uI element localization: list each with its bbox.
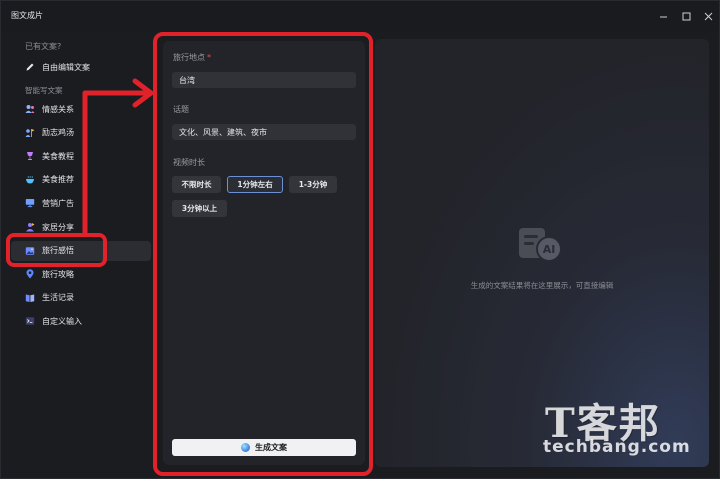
duration-label: 视频时长	[173, 158, 205, 167]
sidebar-item-label: 自由编辑文案	[42, 62, 90, 72]
sidebar-item-6[interactable]: 家居分享	[11, 217, 151, 237]
sidebar-item-9[interactable]: 生活记录	[11, 288, 151, 308]
goblet-icon	[25, 151, 35, 161]
topic-label: 话题	[173, 105, 189, 114]
sidebar-item-label: 营销广告	[42, 198, 74, 208]
sidebar-item-3[interactable]: 美食教程	[11, 146, 151, 166]
topic-input[interactable]: 文化、风景、建筑、夜市	[172, 124, 356, 140]
sidebar-item-label: 美食推荐	[42, 175, 74, 185]
window-title: 图文成片	[11, 11, 43, 20]
sidebar-item-8[interactable]: 旅行攻略	[11, 264, 151, 284]
preview-hint: 生成的文案结果将在这里展示，可直接编辑	[470, 281, 614, 290]
sidebar-item-1[interactable]: 情感关系	[11, 99, 151, 119]
sidebar-item-7[interactable]: 旅行感悟	[11, 240, 151, 261]
sidebar-item-label: 自定义输入	[42, 316, 82, 326]
ai-document-icon: AI	[519, 228, 562, 262]
sidebar-item-label: 旅行攻略	[42, 269, 74, 279]
people-icon	[25, 104, 35, 114]
sidebar-item-4[interactable]: 美食推荐	[11, 170, 151, 190]
sidebar-item-free-edit[interactable]: 自由编辑文案	[11, 57, 151, 77]
location-label: 旅行地点 *	[173, 53, 211, 62]
monitor-icon	[25, 198, 35, 208]
generate-copy-label: 生成文案	[255, 443, 287, 452]
maximize-icon[interactable]	[679, 9, 693, 23]
sidebar-item-5[interactable]: 营销广告	[11, 193, 151, 213]
preview-area[interactable]: AI 生成的文案结果将在这里展示，可直接编辑	[375, 39, 709, 467]
sidebar-item-label: 旅行感悟	[42, 246, 74, 256]
sidebar-item-label: 情感关系	[42, 104, 74, 114]
sidebar-item-10[interactable]: 自定义输入	[11, 311, 151, 331]
person-flag-icon	[25, 128, 35, 138]
sparkle-icon	[241, 443, 250, 452]
book-icon	[25, 293, 35, 303]
home-person-icon	[25, 222, 35, 232]
sidebar-item-2[interactable]: 励志鸡汤	[11, 123, 151, 143]
form-panel: 旅行地点 * 台湾 话题 文化、风景、建筑、夜市 视频时长 不限时长 1分钟左右 …	[163, 41, 365, 465]
sidebar-item-label: 家居分享	[42, 222, 74, 232]
sidebar-item-label: 美食教程	[42, 151, 74, 161]
duration-option-3min-plus[interactable]: 3分钟以上	[172, 200, 227, 217]
sidebar-item-label: 生活记录	[42, 293, 74, 303]
sidebar-item-label: 励志鸡汤	[42, 128, 74, 138]
duration-option-unlimited[interactable]: 不限时长	[172, 176, 221, 193]
app-window: 图文成片 已有文案? 自由编辑文案 智能写文案 情感关系励志鸡汤美食教程美食推荐…	[0, 0, 720, 479]
duration-option-1min[interactable]: 1分钟左右	[227, 176, 283, 193]
title-bar: 图文成片	[1, 1, 719, 31]
location-input[interactable]: 台湾	[172, 72, 356, 88]
ai-icon-text: AI	[543, 243, 556, 256]
section-label-smart: 智能写文案	[25, 86, 63, 95]
duration-option-1-3min[interactable]: 1-3分钟	[289, 176, 337, 193]
bowl-icon	[25, 175, 35, 185]
minimize-icon[interactable]	[656, 9, 670, 23]
close-icon[interactable]	[701, 9, 715, 23]
map-pin-icon	[25, 269, 35, 279]
pencil-icon	[25, 62, 35, 72]
generate-copy-button[interactable]: 生成文案	[172, 439, 356, 456]
section-label-have-copy: 已有文案?	[25, 42, 62, 51]
photo-icon	[25, 246, 35, 256]
terminal-icon	[25, 316, 35, 326]
sidebar: 已有文案? 自由编辑文案 智能写文案 情感关系励志鸡汤美食教程美食推荐营销广告家…	[11, 37, 151, 467]
